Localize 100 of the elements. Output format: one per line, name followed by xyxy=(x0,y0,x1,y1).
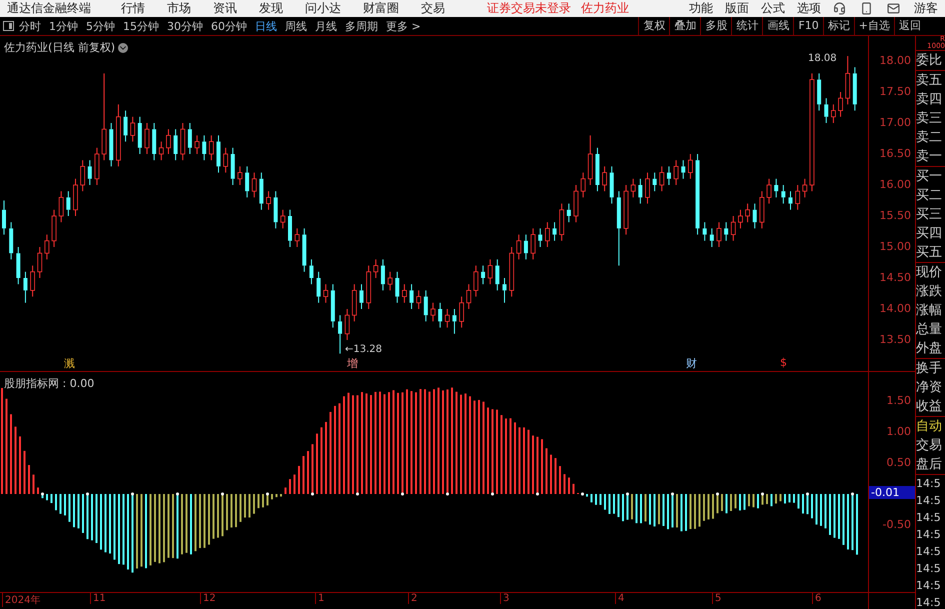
period-tab[interactable]: 30分钟 xyxy=(167,18,203,34)
quote-field-label: 卖三 xyxy=(916,110,943,128)
candlestick xyxy=(702,222,707,242)
price-tick: 16.50 xyxy=(880,147,911,160)
candlestick xyxy=(309,258,314,285)
mail-icon[interactable] xyxy=(887,2,900,15)
candlestick xyxy=(681,160,686,180)
period-tab[interactable]: 日线 xyxy=(255,18,277,34)
candlestick xyxy=(838,92,843,118)
time-label: 14:5 xyxy=(916,476,942,492)
candlestick xyxy=(109,122,114,167)
period-tab[interactable]: 周线 xyxy=(285,18,307,34)
login-notice[interactable]: 证券交易未登录 xyxy=(487,0,571,17)
menu-item[interactable]: 功能 xyxy=(689,0,713,17)
toolbar-button[interactable]: F10 xyxy=(793,17,823,35)
period-tab[interactable]: 多周期 xyxy=(345,18,378,34)
candlestick xyxy=(202,134,206,161)
mode-item[interactable]: 盘后 xyxy=(916,455,945,474)
period-tab[interactable]: 15分钟 xyxy=(123,18,159,34)
toolbar-button[interactable]: 叠加 xyxy=(669,17,700,35)
toolbar-button[interactable]: 统计 xyxy=(731,17,762,35)
headset-icon[interactable] xyxy=(833,2,846,15)
period-tab[interactable]: 分时 xyxy=(19,18,41,34)
candlestick xyxy=(144,122,150,154)
panel-toggle-icon[interactable] xyxy=(3,21,14,31)
candlestick xyxy=(724,222,728,242)
candlestick xyxy=(230,147,235,186)
mode-item[interactable]: 自动 xyxy=(916,417,945,436)
candlestick xyxy=(395,271,400,304)
menu-item[interactable]: 财富圈 xyxy=(363,0,399,17)
quote-field-label: 买三 xyxy=(916,206,943,224)
menu-item[interactable]: 交易 xyxy=(421,0,445,17)
toolbar-button[interactable]: +自选 xyxy=(854,17,894,35)
menu-item[interactable]: 公式 xyxy=(761,0,785,17)
candlestick xyxy=(152,122,156,161)
menu-item[interactable]: 资讯 xyxy=(213,0,237,17)
candlestick xyxy=(245,166,250,198)
event-marker[interactable]: 溅 xyxy=(64,356,75,371)
candlestick xyxy=(166,128,171,154)
toolbar-button[interactable]: 标记 xyxy=(822,17,854,35)
candlestick xyxy=(452,308,456,334)
date-label: 6 xyxy=(812,593,822,604)
quote-field-label: 卖五 xyxy=(916,72,943,90)
date-label: 1 xyxy=(315,593,324,604)
period-tab[interactable]: 1分钟 xyxy=(49,18,78,34)
candlestick xyxy=(674,160,678,186)
low-price-label: ←13.28 xyxy=(345,344,382,355)
candlestick xyxy=(495,258,500,291)
candlestick xyxy=(688,154,693,180)
quote-field-label: 卖四 xyxy=(916,91,943,109)
candlestick xyxy=(566,203,571,223)
menu-item[interactable]: 行情 xyxy=(121,0,145,17)
candlestick xyxy=(774,178,778,198)
candlestick xyxy=(545,222,550,248)
price-tick: 17.00 xyxy=(880,116,911,129)
chart-title: 佐力药业(日线 前复权) xyxy=(4,40,128,55)
candlestick xyxy=(752,203,757,229)
candlestick xyxy=(516,234,522,260)
price-tick: 14.00 xyxy=(880,302,911,315)
quote-field-label: 现价 xyxy=(916,264,943,282)
toolbar-button[interactable]: 返回 xyxy=(894,17,925,35)
candlestick xyxy=(16,246,20,285)
candlestick xyxy=(402,284,407,304)
menu-item[interactable]: 选项 xyxy=(797,0,821,17)
period-tab[interactable]: 60分钟 xyxy=(211,18,247,34)
event-marker[interactable]: $ xyxy=(780,356,787,369)
candlestick xyxy=(481,265,486,285)
date-label: 12 xyxy=(200,593,216,604)
candlestick xyxy=(466,284,472,310)
current-value-label: -0.01 xyxy=(869,486,915,499)
time-label: 14:5 xyxy=(916,493,942,509)
price-tick: 14.50 xyxy=(880,271,911,284)
price-tick: 13.50 xyxy=(880,333,911,346)
menu-item[interactable]: 发现 xyxy=(259,0,283,17)
candlestick xyxy=(760,190,764,229)
period-tab[interactable]: 5分钟 xyxy=(86,18,115,34)
candlestick xyxy=(352,284,357,322)
mode-item[interactable]: 交易 xyxy=(916,436,945,455)
menu-item[interactable]: 问小达 xyxy=(305,0,341,17)
candlestick xyxy=(266,190,271,210)
period-tab[interactable]: 月线 xyxy=(315,18,337,34)
toolbar-button[interactable]: 画线 xyxy=(762,17,794,35)
candlestick xyxy=(559,203,564,242)
user-label[interactable]: 游客 xyxy=(914,0,938,17)
toolbar-button[interactable]: 复权 xyxy=(638,17,670,35)
event-marker[interactable]: 增 xyxy=(347,356,358,371)
price-tick: 16.00 xyxy=(880,178,911,191)
period-tab[interactable]: 更多 > xyxy=(386,18,421,34)
toolbar-button[interactable]: 多股 xyxy=(700,17,732,35)
menu-item[interactable]: 版面 xyxy=(725,0,749,17)
date-label: 2 xyxy=(408,593,418,604)
phone-icon[interactable] xyxy=(860,2,873,15)
menu-item[interactable]: 市场 xyxy=(167,0,191,17)
candlestick xyxy=(652,172,657,192)
candlestick xyxy=(9,222,14,260)
candlestick xyxy=(696,154,700,236)
quote-field-label: 买二 xyxy=(916,187,943,205)
quote-field-label: 总量 xyxy=(916,321,943,339)
event-marker[interactable]: 财 xyxy=(686,356,697,371)
candlestick xyxy=(410,284,414,310)
